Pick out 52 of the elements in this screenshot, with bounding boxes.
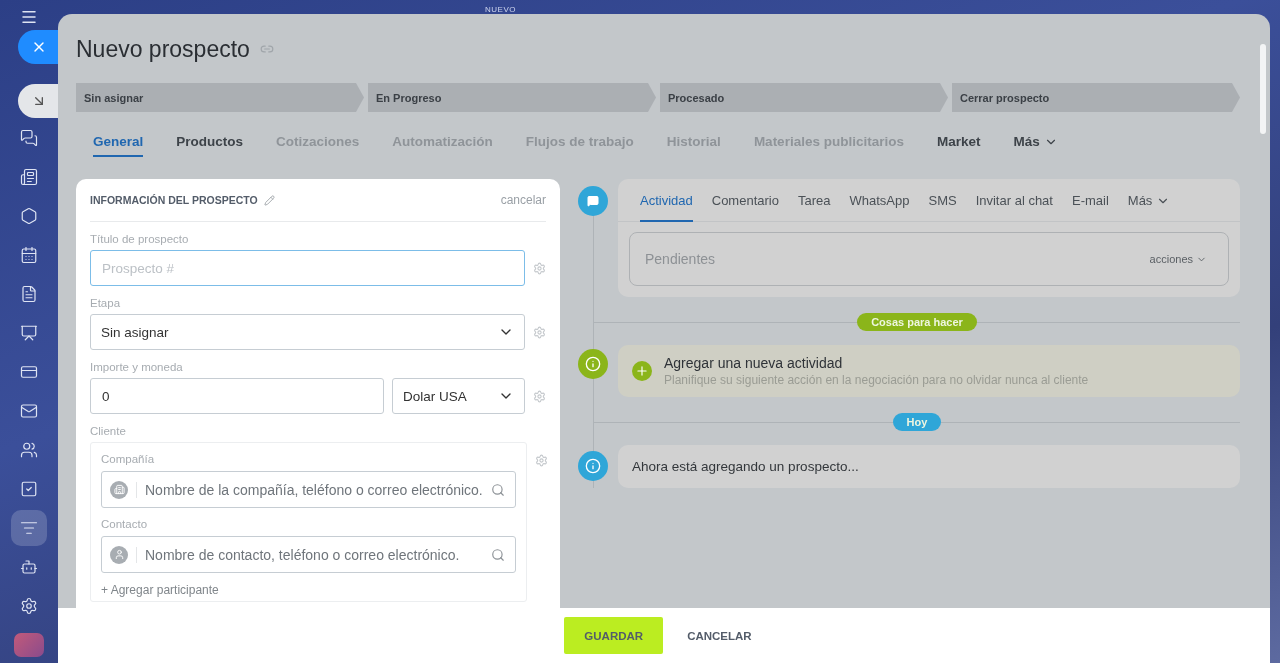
activity-tab[interactable]: WhatsApp: [849, 179, 910, 222]
pending-field[interactable]: Pendientes acciones: [629, 232, 1229, 286]
actions-dropdown[interactable]: acciones: [1143, 252, 1213, 266]
card-title: INFORMACIÓN DEL PROSPECTO: [90, 194, 258, 206]
field-label: Importe y moneda: [90, 361, 184, 373]
field-label: Compañía: [101, 453, 156, 465]
stage-step[interactable]: En Progreso: [368, 83, 656, 112]
activity-tab[interactable]: Invitar al chat: [975, 179, 1053, 222]
background-label: NUEVO: [485, 5, 516, 14]
minimize-button[interactable]: [18, 84, 60, 118]
stage-step[interactable]: Cerrar prospecto: [952, 83, 1240, 112]
activity-tab[interactable]: E-mail: [1071, 179, 1109, 222]
page-title: Nuevo prospecto: [76, 35, 250, 63]
search-icon[interactable]: [490, 482, 505, 497]
activity-tab[interactable]: Más: [1127, 179, 1171, 222]
contact-search-field[interactable]: Nombre de contacto, teléfono o correo electrónico.: [101, 536, 516, 573]
activity-title: Agregar una nueva actividad: [664, 355, 844, 371]
comment-icon: [578, 186, 608, 216]
stage-step[interactable]: Procesado: [660, 83, 948, 112]
save-button[interactable]: GUARDAR: [564, 617, 664, 654]
cancel-button[interactable]: CANCELAR: [675, 617, 764, 654]
todo-badge: Cosas para hacer: [857, 313, 977, 331]
event-text: Ahora está agregando un prospecto...: [631, 458, 860, 476]
tab[interactable]: General: [93, 134, 144, 157]
activity-tab[interactable]: Actividad: [640, 179, 693, 222]
close-button[interactable]: [18, 30, 60, 64]
activity-tab[interactable]: Tarea: [797, 179, 831, 222]
funnel-icon[interactable]: [11, 509, 47, 546]
add-participant-link[interactable]: + Agregar participante: [101, 583, 516, 597]
cancel-link[interactable]: cancelar: [500, 193, 546, 207]
company-search-field[interactable]: Nombre de la compañía, teléfono o correo electrónico.: [101, 471, 516, 508]
field-label: Título de prospecto: [90, 233, 190, 245]
field-label: Cliente: [90, 425, 127, 437]
tab[interactable]: Market: [936, 134, 981, 157]
activity-tab[interactable]: SMS: [928, 179, 957, 222]
stage-select[interactable]: Sin asignar: [90, 314, 525, 350]
user-icon: [110, 545, 128, 564]
building-icon: [110, 480, 128, 499]
amount-input[interactable]: 0: [90, 378, 384, 414]
search-icon[interactable]: [490, 547, 505, 562]
activity-tab[interactable]: Comentario: [711, 179, 779, 222]
info-icon: [578, 451, 608, 481]
currency-select[interactable]: Dolar USA: [392, 378, 525, 414]
today-badge: Hoy: [892, 413, 942, 431]
field-label: Contacto: [101, 518, 149, 530]
scrollbar[interactable]: [1260, 44, 1266, 134]
tab[interactable]: Más: [1013, 134, 1058, 157]
title-input[interactable]: Prospecto #: [90, 250, 525, 286]
tab[interactable]: Productos: [176, 134, 244, 157]
field-label: Etapa: [90, 297, 122, 309]
stage-step[interactable]: Sin asignar: [76, 83, 364, 112]
info-icon: [578, 349, 608, 379]
